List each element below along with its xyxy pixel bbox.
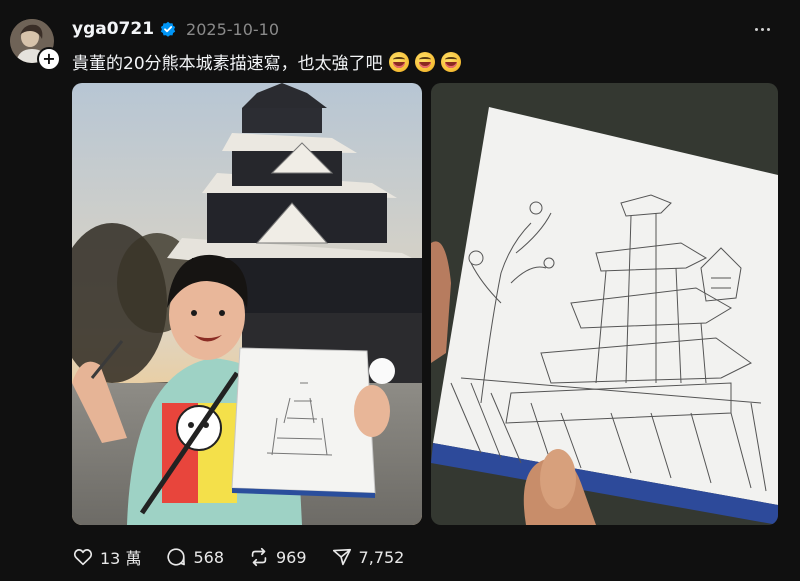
verified-badge-icon [160,21,176,37]
like-button[interactable]: 13 萬 [72,545,141,569]
comment-icon [167,548,186,566]
repost-count: 969 [276,547,307,567]
castle-sketch-photo[interactable] [431,83,778,525]
kumamoto-castle-photo[interactable] [72,83,422,525]
like-count: 13 萬 [100,549,142,568]
castle-sketch-image [431,83,778,525]
grinning-tongue-emoji-icon [440,51,461,72]
share-button[interactable]: 7,752 [331,546,405,568]
reply-count: 568 [193,547,224,567]
send-icon [332,548,351,566]
repost-icon [251,547,267,567]
username-link[interactable]: yga0721 [72,19,154,39]
follow-plus-icon: + [42,49,56,68]
repost-button[interactable]: 969 [248,546,307,568]
heart-icon [73,549,93,566]
grinning-tongue-emoji-icon [388,51,409,72]
share-count: 7,752 [358,547,405,567]
post-actions: 13 萬 568 969 7,752 [72,544,428,570]
reply-button[interactable]: 568 [165,546,224,568]
castle-boy-image [72,83,422,525]
post-caption: 貴董的20分熊本城素描速寫，也太強了吧 [72,49,461,74]
more-icon[interactable] [750,17,774,41]
follow-button[interactable]: + [37,47,61,71]
grinning-tongue-emoji-icon [414,51,435,72]
caption-text: 貴董的20分熊本城素描速寫，也太強了吧 [72,54,383,74]
post-header: yga0721 2025-10-10 [72,17,279,41]
post-timestamp[interactable]: 2025-10-10 [186,20,279,39]
